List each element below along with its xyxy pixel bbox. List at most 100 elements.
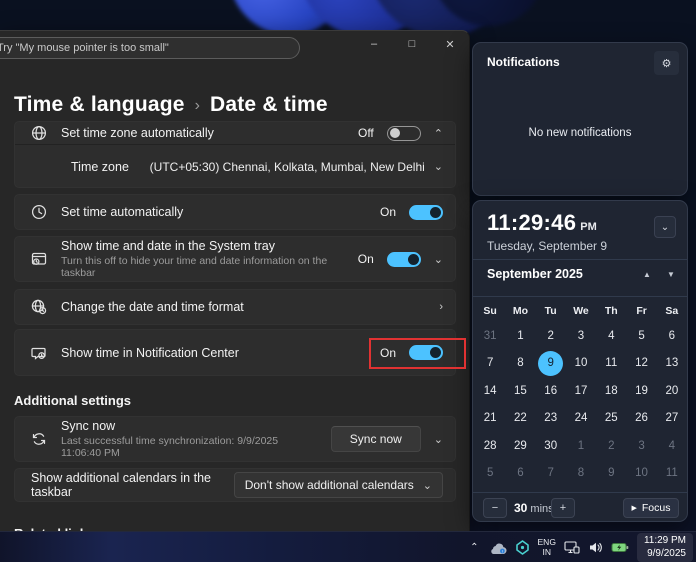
calendar-day[interactable]: 4: [596, 322, 626, 350]
timezone-dropdown[interactable]: (UTC+05:30) Chennai, Kolkata, Mumbai, Ne…: [150, 160, 443, 174]
calendars-dropdown-value: Don't show additional calendars: [245, 478, 414, 492]
search-hint-text: Try "My mouse pointer is too small": [0, 42, 169, 54]
chevron-down-icon: ⌄: [434, 160, 443, 173]
calendars-dropdown[interactable]: Don't show additional calendars ⌄: [234, 472, 443, 498]
chevron-right-icon: ›: [439, 301, 443, 313]
no-notifications-text: No new notifications: [473, 127, 687, 139]
notification-settings-button[interactable]: ⚙: [654, 51, 679, 75]
minimize-button[interactable]: –: [363, 33, 385, 55]
taskbar-clock[interactable]: 11:29 PM 9/9/2025: [637, 533, 693, 562]
current-time: 11:29:46 PM: [487, 210, 597, 236]
calendar-day[interactable]: 19: [626, 377, 656, 405]
focus-duration-decrease-button[interactable]: −: [483, 498, 507, 518]
calendar-day[interactable]: 31: [475, 322, 505, 350]
calendar-day[interactable]: 1: [566, 432, 596, 460]
calendar-day[interactable]: 10: [566, 350, 596, 378]
toggle-state-label: On: [358, 252, 374, 266]
card-timezone: Set time zone automatically Off ⌃ Time z…: [14, 121, 456, 188]
calendar-day[interactable]: 6: [505, 460, 535, 488]
chevron-up-icon[interactable]: ⌃: [434, 127, 443, 140]
calendar-day[interactable]: 4: [657, 432, 687, 460]
taskbar-date: 9/9/2025: [644, 548, 686, 561]
calendar-next-month-button[interactable]: ▼: [663, 270, 679, 279]
calendar-prev-month-button[interactable]: ▲: [639, 270, 655, 279]
row-set-time-auto: Set time automatically On: [15, 195, 455, 229]
toggle-knob: [430, 347, 441, 358]
calendar-day[interactable]: 8: [566, 460, 596, 488]
calendar-day[interactable]: 11: [596, 350, 626, 378]
calendar-day[interactable]: 29: [505, 432, 535, 460]
calendar-day[interactable]: 7: [536, 460, 566, 488]
calendar-month-label[interactable]: September 2025: [487, 267, 583, 281]
calendar-day[interactable]: 20: [657, 377, 687, 405]
calendar-day[interactable]: 21: [475, 405, 505, 433]
calendar-day[interactable]: 13: [657, 350, 687, 378]
calendar-day[interactable]: 12: [626, 350, 656, 378]
calendar-grid: SuMoTuWeThFrSa31123456789101112131415161…: [475, 300, 687, 487]
calendar-day[interactable]: 3: [626, 432, 656, 460]
calendar-day[interactable]: 14: [475, 377, 505, 405]
system-tray-toggle[interactable]: [387, 252, 421, 267]
hidden-icons-chevron-up-icon[interactable]: ⌃: [467, 542, 481, 553]
close-button[interactable]: ✕: [439, 33, 461, 55]
calendar-day[interactable]: 11: [657, 460, 687, 488]
globe-icon: [29, 124, 48, 143]
row-text: Sync now Last successful time synchroniz…: [61, 419, 318, 459]
network-icon[interactable]: [564, 541, 580, 554]
calendar-day[interactable]: 10: [626, 460, 656, 488]
calendar-day[interactable]: 17: [566, 377, 596, 405]
calendar-day[interactable]: 16: [536, 377, 566, 405]
calendar-day[interactable]: 24: [566, 405, 596, 433]
calendar-day[interactable]: 3: [566, 322, 596, 350]
row-title: Show time and date in the System tray: [61, 239, 345, 253]
calendar-day[interactable]: 22: [505, 405, 535, 433]
minus-icon: −: [492, 502, 498, 514]
calendar-day[interactable]: 2: [536, 322, 566, 350]
set-time-auto-toggle[interactable]: [409, 205, 443, 220]
calendar-day[interactable]: 23: [536, 405, 566, 433]
calendar-day[interactable]: 18: [596, 377, 626, 405]
calendar-day[interactable]: 5: [626, 322, 656, 350]
chevron-down-icon[interactable]: ⌄: [434, 433, 443, 446]
chevron-down-icon[interactable]: ⌄: [434, 253, 443, 266]
teal-app-icon[interactable]: [515, 540, 530, 555]
language-region: IN: [538, 548, 556, 558]
breadcrumb-time-language[interactable]: Time & language: [14, 93, 185, 117]
sync-now-button[interactable]: Sync now: [331, 426, 421, 452]
calendar-day[interactable]: 15: [505, 377, 535, 405]
timezone-auto-toggle[interactable]: [387, 126, 421, 141]
calendar-day[interactable]: 1: [505, 322, 535, 350]
card-date-time-format: Change the date and time format ›: [14, 289, 456, 325]
onedrive-cloud-icon[interactable]: i: [490, 542, 507, 554]
language-indicator[interactable]: ENG IN: [538, 538, 556, 558]
calendar-day-selected[interactable]: 9: [536, 350, 566, 378]
maximize-button[interactable]: □: [401, 33, 423, 55]
calendar-day[interactable]: 5: [475, 460, 505, 488]
calendar-day[interactable]: 25: [596, 405, 626, 433]
focus-start-button[interactable]: ▶ Focus: [623, 498, 679, 518]
row-set-timezone-auto[interactable]: Set time zone automatically Off ⌃: [15, 122, 455, 144]
calendar-day[interactable]: 8: [505, 350, 535, 378]
notifications-title: Notifications: [487, 55, 560, 69]
notification-clock-icon: [29, 343, 48, 362]
calendar-day[interactable]: 7: [475, 350, 505, 378]
row-title: Set time automatically: [61, 205, 367, 219]
row-system-tray: Show time and date in the System tray Tu…: [15, 237, 455, 281]
window-controls: – □ ✕: [363, 33, 461, 55]
calendar-day[interactable]: 2: [596, 432, 626, 460]
battery-icon[interactable]: [611, 542, 629, 553]
search-input[interactable]: Try "My mouse pointer is too small": [0, 37, 300, 59]
calendar-collapse-button[interactable]: ⌄: [654, 216, 676, 238]
calendar-day[interactable]: 28: [475, 432, 505, 460]
calendar-day[interactable]: 6: [657, 322, 687, 350]
calendar-day[interactable]: 26: [626, 405, 656, 433]
calendar-day[interactable]: 30: [536, 432, 566, 460]
volume-icon[interactable]: [588, 541, 603, 554]
focus-duration-label: 30 mins: [514, 501, 554, 515]
calendar-day[interactable]: 27: [657, 405, 687, 433]
notification-center-toggle[interactable]: [409, 345, 443, 360]
focus-duration-increase-button[interactable]: +: [551, 498, 575, 518]
calendar-day[interactable]: 9: [596, 460, 626, 488]
taskbar-time: 11:29 PM: [644, 535, 686, 548]
row-date-time-format[interactable]: Change the date and time format ›: [15, 290, 455, 324]
